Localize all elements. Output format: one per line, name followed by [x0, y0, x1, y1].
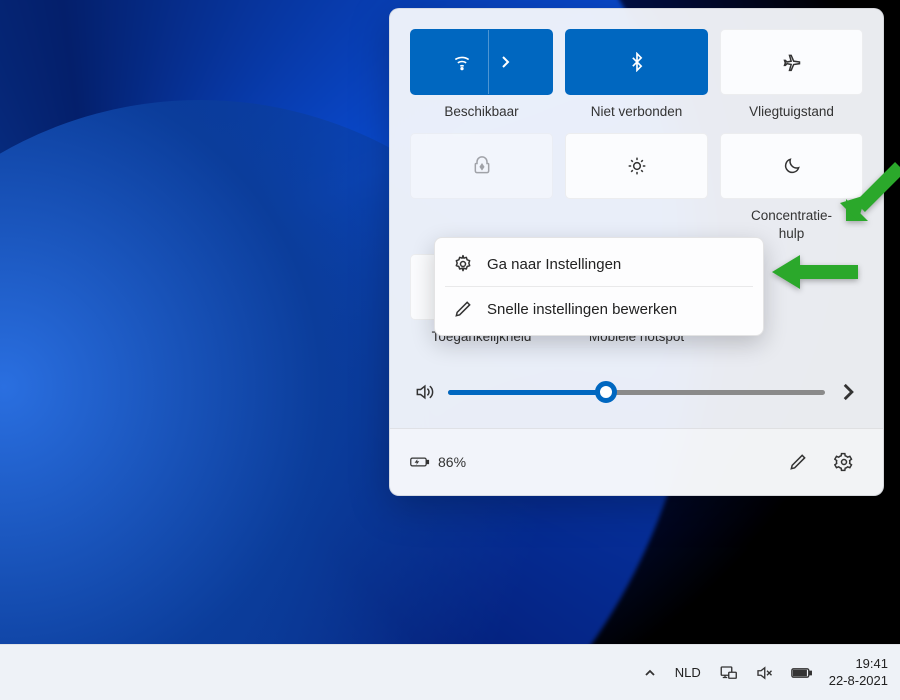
chevron-right-icon — [839, 382, 859, 402]
battery-text: 86% — [438, 454, 466, 470]
bluetooth-tile[interactable] — [565, 29, 708, 95]
tray-language[interactable]: NLD — [673, 661, 703, 684]
context-menu: Ga naar Instellingen Snelle instellingen… — [434, 237, 764, 336]
pencil-icon — [453, 299, 473, 319]
speaker-icon[interactable] — [414, 382, 434, 402]
all-settings-button[interactable] — [825, 443, 863, 481]
battery-saver-icon — [472, 156, 492, 176]
annotation-arrow-focus — [838, 159, 900, 234]
gear-icon — [453, 254, 473, 274]
moon-icon — [782, 156, 802, 176]
bluetooth-icon — [627, 52, 647, 72]
brightness-icon — [627, 156, 647, 176]
quick-settings-panel: Beschikbaar Niet verbonden Vliegtuigstan… — [389, 8, 884, 496]
volume-slider-fill — [448, 390, 606, 395]
wifi-expand-chevron[interactable] — [488, 30, 511, 94]
context-edit-label: Snelle instellingen bewerken — [487, 301, 677, 318]
tray-battery-icon[interactable] — [789, 662, 815, 684]
volume-row — [410, 374, 863, 410]
bluetooth-label: Niet verbonden — [591, 103, 683, 121]
taskbar: NLD 19:41 22-8-2021 — [0, 644, 900, 700]
focus-assist-label: Concentratie-hulp — [751, 207, 832, 242]
system-tray: NLD 19:41 22-8-2021 — [641, 656, 888, 690]
airplane-label: Vliegtuigstand — [749, 103, 834, 121]
battery-status[interactable]: 86% — [410, 452, 466, 472]
edit-quick-settings-button[interactable] — [779, 443, 817, 481]
chevron-right-icon — [501, 55, 511, 69]
wifi-label: Beschikbaar — [444, 103, 518, 121]
tray-network-icon[interactable] — [717, 660, 739, 686]
context-separator — [445, 286, 753, 287]
context-edit-quick-settings[interactable]: Snelle instellingen bewerken — [441, 289, 757, 329]
wifi-icon — [452, 52, 472, 72]
tray-volume-icon[interactable] — [753, 660, 775, 686]
speaker-muted-icon — [755, 664, 773, 682]
tray-clock[interactable]: 19:41 22-8-2021 — [829, 656, 888, 690]
panel-footer: 86% — [390, 428, 883, 495]
airplane-icon — [782, 52, 802, 72]
network-icon — [719, 664, 737, 682]
gear-icon — [834, 452, 854, 472]
volume-expand-chevron[interactable] — [839, 382, 859, 402]
tray-time: 19:41 — [829, 656, 888, 673]
volume-slider[interactable] — [448, 390, 825, 395]
battery-saver-tile[interactable] — [410, 133, 553, 199]
volume-slider-thumb[interactable] — [595, 381, 617, 403]
tray-overflow-chevron[interactable] — [641, 662, 659, 684]
pencil-icon — [788, 452, 808, 472]
airplane-tile[interactable] — [720, 29, 863, 95]
night-light-tile[interactable] — [565, 133, 708, 199]
tray-date: 22-8-2021 — [829, 673, 888, 690]
chevron-up-icon — [643, 666, 657, 680]
battery-charging-icon — [410, 452, 430, 472]
context-go-to-settings[interactable]: Ga naar Instellingen — [441, 244, 757, 284]
wifi-tile[interactable] — [410, 29, 553, 95]
context-settings-label: Ga naar Instellingen — [487, 256, 621, 273]
battery-icon — [791, 666, 813, 680]
annotation-arrow-settings — [770, 251, 860, 298]
